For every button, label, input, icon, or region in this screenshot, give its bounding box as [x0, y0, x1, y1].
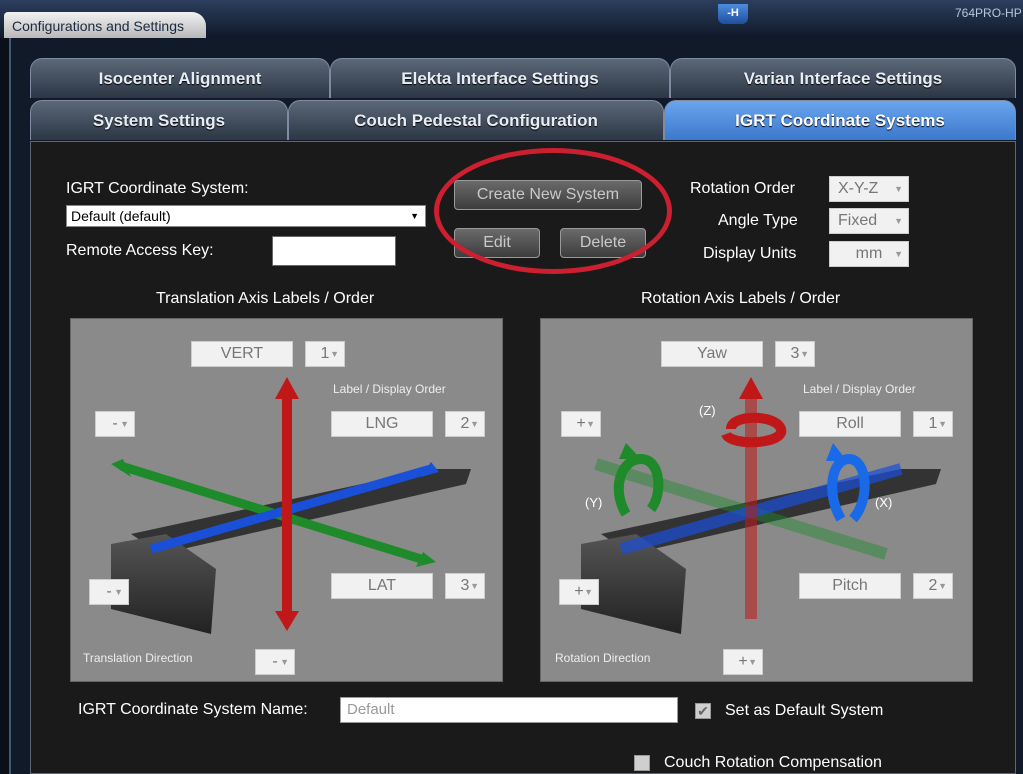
sign-value: - [106, 583, 112, 600]
chevron-down-icon: ▼ [410, 211, 419, 221]
chevron-down-icon: ▼ [584, 587, 593, 597]
roll-label-field[interactable]: Roll [799, 411, 901, 437]
sign-value: + [574, 583, 584, 600]
window-title: Configurations and Settings [4, 12, 206, 38]
yaw-order-value: 3 [790, 345, 800, 362]
axis-y-label: (Y) [585, 495, 603, 510]
display-units-select[interactable]: mm ▼ [829, 241, 909, 267]
axis-z-label: (Z) [699, 403, 716, 418]
remote-key-input[interactable] [272, 236, 396, 266]
default-system-label: Set as Default System [725, 702, 884, 719]
vert-order-select[interactable]: 1 ▼ [305, 341, 345, 367]
tab-varian-interface[interactable]: Varian Interface Settings [670, 58, 1016, 98]
translation-sign-lower-select[interactable]: - ▼ [89, 579, 129, 605]
translation-title: Translation Axis Labels / Order [156, 290, 375, 307]
rotation-direction-caption: Rotation Direction [555, 651, 651, 665]
remote-key-label: Remote Access Key: [66, 242, 214, 259]
couch-rotation-label: Couch Rotation Compensation [664, 754, 882, 771]
sign-value: - [272, 653, 278, 670]
chevron-down-icon: ▼ [748, 657, 757, 667]
sign-value: - [112, 415, 118, 432]
tab-row-2: System Settings Couch Pedestal Configura… [30, 100, 1016, 140]
arrow-head-icon [826, 443, 847, 461]
tab-isocenter-alignment[interactable]: Isocenter Alignment [30, 58, 330, 98]
yaw-order-select[interactable]: 3 ▼ [775, 341, 815, 367]
chevron-down-icon: ▼ [894, 249, 903, 259]
rotation-diagram: Yaw 3 ▼ Label / Display Order (Z) + ▼ Roll… [540, 318, 973, 682]
system-name-input[interactable]: Default [340, 697, 678, 723]
display-units-value: mm [855, 245, 883, 262]
translation-order-caption: Label / Display Order [333, 382, 446, 396]
tab-couch-pedestal[interactable]: Couch Pedestal Configuration [288, 100, 664, 140]
rotation-order-caption: Label / Display Order [803, 382, 916, 396]
chevron-down-icon: ▼ [938, 419, 947, 429]
chevron-down-icon: ▼ [470, 581, 479, 591]
rotation-order-value: X-Y-Z [838, 180, 879, 197]
translation-sign-upper-select[interactable]: - ▼ [95, 411, 135, 437]
rotation-axes-graphic [581, 377, 941, 634]
rotation-order-select[interactable]: X-Y-Z ▼ [829, 176, 909, 202]
chevron-down-icon: ▼ [938, 581, 947, 591]
tab-row-1: Isocenter Alignment Elekta Interface Set… [30, 58, 1016, 98]
rotation-title: Rotation Axis Labels / Order [641, 290, 841, 307]
vert-label-field[interactable]: VERT [191, 341, 293, 367]
system-dropdown[interactable]: Default (default) ▼ [66, 205, 426, 227]
system-dropdown-value: Default (default) [71, 208, 171, 224]
chevron-down-icon: ▼ [586, 419, 595, 429]
chevron-down-icon: ▼ [280, 657, 289, 667]
chevron-down-icon: ▼ [800, 349, 809, 359]
lng-label-field[interactable]: LNG [331, 411, 433, 437]
couch-rotation-checkbox[interactable] [634, 755, 650, 771]
sign-value: + [576, 415, 586, 432]
translation-axes-graphic [111, 377, 471, 634]
rotation-sign-lower-select[interactable]: + ▼ [559, 579, 599, 605]
lat-order-value: 3 [460, 577, 470, 594]
yaw-label-field[interactable]: Yaw [661, 341, 763, 367]
axis-x-label: (X) [875, 495, 893, 510]
roll-order-value: 1 [928, 415, 938, 432]
chevron-down-icon: ▼ [114, 587, 123, 597]
rotation-order-label: Rotation Order [690, 180, 795, 197]
chevron-down-icon: ▼ [894, 216, 903, 226]
angle-type-label: Angle Type [718, 212, 798, 229]
roll-order-select[interactable]: 1 ▼ [913, 411, 953, 437]
chevron-down-icon: ▼ [120, 419, 129, 429]
arrow-head-icon [275, 377, 299, 399]
display-units-label: Display Units [703, 245, 797, 262]
default-system-checkbox[interactable]: ✔ [695, 703, 711, 719]
tab-system-settings[interactable]: System Settings [30, 100, 288, 140]
vert-order-value: 1 [320, 345, 330, 362]
system-label: IGRT Coordinate System: [66, 180, 249, 197]
translation-direction-caption: Translation Direction [83, 651, 193, 665]
pitch-order-value: 2 [928, 577, 938, 594]
lng-order-select[interactable]: 2 ▼ [445, 411, 485, 437]
rotation-sign-upper-select[interactable]: + ▼ [561, 411, 601, 437]
chevron-down-icon: ▼ [330, 349, 339, 359]
name-label: IGRT Coordinate System Name: [78, 701, 308, 718]
angle-type-select[interactable]: Fixed ▼ [829, 208, 909, 234]
lat-label-field[interactable]: LAT [331, 573, 433, 599]
sign-value: + [738, 653, 748, 670]
host-name: 764PRO-HP [955, 6, 1022, 20]
angle-type-value: Fixed [838, 212, 878, 229]
tab-igrt-coordinate-systems[interactable]: IGRT Coordinate Systems [664, 100, 1016, 140]
translation-sign-bottom-select[interactable]: - ▼ [255, 649, 295, 675]
chevron-down-icon: ▼ [894, 184, 903, 194]
arrow-head-icon [619, 443, 641, 459]
arrow-head-icon [275, 611, 299, 631]
lat-order-select[interactable]: 3 ▼ [445, 573, 485, 599]
pitch-label-field[interactable]: Pitch [799, 573, 901, 599]
pitch-order-select[interactable]: 2 ▼ [913, 573, 953, 599]
rotation-sign-bottom-select[interactable]: + ▼ [723, 649, 763, 675]
checkmark-icon: ✔ [697, 703, 709, 719]
pin-icon[interactable]: -H [718, 4, 748, 24]
translation-diagram: VERT 1 ▼ Label / Display Order - ▼ LNG 2 ▼ … [70, 318, 503, 682]
highlight-ellipse [434, 148, 672, 274]
chevron-down-icon: ▼ [470, 419, 479, 429]
lng-order-value: 2 [460, 415, 470, 432]
tab-elekta-interface[interactable]: Elekta Interface Settings [330, 58, 670, 98]
title-bar: Configurations and Settings -H 764PRO-HP [0, 0, 1023, 38]
arrow-head-icon [739, 377, 763, 399]
